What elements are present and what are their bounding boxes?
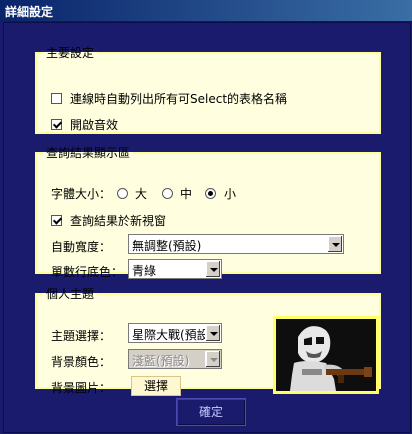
odd-row-color-label: 單數行底色：	[51, 265, 124, 279]
chevron-down-icon	[205, 351, 220, 367]
theme-select[interactable]: 星際大戰(預設)	[128, 323, 222, 343]
font-size-small-radio[interactable]	[205, 188, 216, 199]
odd-row-color-value: 青綠	[132, 264, 157, 278]
stormtrooper-image	[276, 319, 376, 391]
odd-row-color-select[interactable]: 青綠	[128, 259, 222, 279]
theme-preview	[273, 316, 379, 394]
font-size-large-label[interactable]: 大	[135, 185, 147, 202]
sound-effects-checkbox[interactable]	[51, 119, 62, 130]
auto-list-tables-checkbox[interactable]	[51, 93, 62, 104]
auto-width-value: 無調整(預設)	[132, 239, 202, 253]
theme-value: 星際大戰(預設)	[132, 328, 214, 342]
bg-image-label: 背景圖片：	[51, 381, 112, 395]
results-display-legend: 查詢結果顯示區	[46, 146, 131, 160]
font-size-small-label[interactable]: 小	[224, 185, 236, 202]
chevron-down-icon[interactable]	[205, 325, 220, 341]
title-bar[interactable]: 詳細設定	[0, 0, 412, 22]
personal-theme-legend: 個人主題	[46, 287, 95, 301]
bg-color-value: 淺藍(預設)	[132, 354, 190, 368]
new-window-checkbox[interactable]	[51, 215, 62, 226]
font-size-label: 字體大小：	[51, 187, 112, 201]
chevron-down-icon[interactable]	[327, 236, 342, 252]
main-settings-legend: 主要設定	[46, 46, 95, 60]
theme-label: 主題選擇：	[51, 329, 112, 343]
window-title: 詳細設定	[5, 5, 54, 19]
auto-width-label: 自動寬度：	[51, 240, 112, 254]
new-window-label[interactable]: 查詢結果於新視窗	[70, 212, 166, 229]
sound-effects-label[interactable]: 開啟音效	[70, 116, 118, 133]
auto-width-select[interactable]: 無調整(預設)	[128, 234, 344, 254]
bg-color-select[interactable]: 淺藍(預設)	[128, 349, 222, 369]
font-size-medium-label[interactable]: 中	[180, 185, 192, 202]
font-size-medium-radio[interactable]	[162, 188, 173, 199]
bg-color-label: 背景顏色：	[51, 355, 112, 369]
stormtrooper-icon	[290, 326, 372, 391]
main-settings-group: 主要設定 連線時自動列出所有可Select的表格名稱 開啟音效	[35, 44, 381, 134]
auto-list-tables-label[interactable]: 連線時自動列出所有可Select的表格名稱	[70, 90, 287, 107]
results-display-group: 查詢結果顯示區 字體大小： 大 中 小 查詢結果於新視窗 自動寬度： 無調整(預…	[35, 144, 381, 279]
choose-image-button[interactable]: 選擇	[131, 376, 181, 396]
ok-button[interactable]: 確定	[176, 398, 246, 426]
personal-theme-group: 個人主題 主題選擇： 星際大戰(預設) 背景顏色： 淺藍(預設) 背景圖片： 選…	[35, 285, 381, 396]
font-size-large-radio[interactable]	[117, 188, 128, 199]
chevron-down-icon[interactable]	[205, 261, 220, 277]
